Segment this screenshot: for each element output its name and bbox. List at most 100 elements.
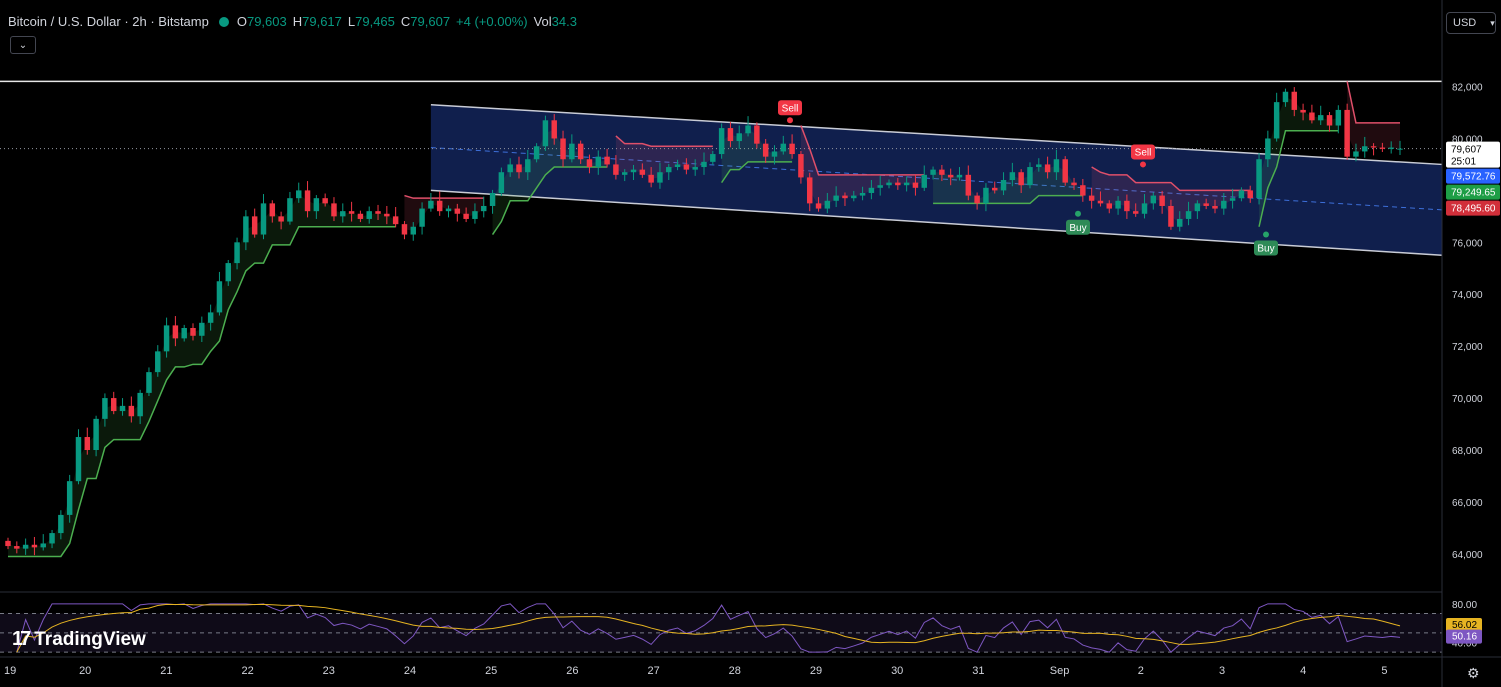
candle-body <box>304 190 311 212</box>
candle-body <box>983 187 989 204</box>
candle-body <box>877 185 883 188</box>
candle-body <box>172 325 179 339</box>
candle-body <box>1000 180 1007 191</box>
rsi-value-text: 56.02 <box>1452 620 1477 631</box>
rsi-pane <box>0 591 1442 653</box>
volume-value: 34.3 <box>551 14 577 29</box>
candle-body <box>14 546 20 549</box>
buy-signal-label: Buy <box>1069 223 1086 234</box>
candle-body <box>287 198 293 222</box>
candle-body <box>1203 203 1209 206</box>
candle-body <box>842 195 848 199</box>
candle-body <box>692 167 698 170</box>
currency-selector[interactable]: USD ▾ <box>1446 12 1496 34</box>
candle-body <box>216 281 223 313</box>
candle-body <box>1379 147 1386 149</box>
candle-body <box>348 211 355 214</box>
time-tick-label: 24 <box>404 665 416 677</box>
candle-body <box>1071 182 1077 186</box>
candle-body <box>199 322 205 336</box>
candle-body <box>181 327 187 339</box>
price-tick-label: 76,000 <box>1452 238 1483 249</box>
candle-body <box>595 156 602 168</box>
time-tick-label: 2 <box>1138 665 1144 677</box>
candle-body <box>1150 195 1157 204</box>
candle-body <box>1326 115 1333 126</box>
time-tick-label: 25 <box>485 665 497 677</box>
candle-body <box>481 205 487 212</box>
price-label-text: 78,495.60 <box>1451 204 1496 215</box>
candle-body <box>375 211 381 214</box>
time-tick-label: Sep <box>1050 665 1070 677</box>
sell-signal-label: Sell <box>782 103 799 114</box>
time-tick-label: 29 <box>810 665 822 677</box>
open-value: 79,603 <box>246 14 287 29</box>
candle-body <box>472 211 478 219</box>
candle-body <box>542 120 549 147</box>
candle-body <box>1115 200 1121 209</box>
candle-body <box>736 133 742 142</box>
candle-body <box>498 172 505 193</box>
candle-body <box>604 156 610 165</box>
candle-body <box>674 164 681 168</box>
chevron-down-icon: ⌄ <box>18 39 28 51</box>
tradingview-logo[interactable]: 17 TradingView <box>12 628 146 651</box>
candle-body <box>357 213 364 219</box>
candle-body <box>1344 109 1350 157</box>
candle-body <box>1080 185 1086 196</box>
candle-body <box>428 200 434 209</box>
candle-body <box>965 174 972 196</box>
candle-body <box>278 216 284 222</box>
candle-body <box>851 195 857 199</box>
candle-body <box>560 138 566 160</box>
candle-body <box>577 143 584 160</box>
price-axis[interactable]: 82,00080,00078,00076,00074,00072,00070,0… <box>1441 0 1500 687</box>
time-tick-label: 30 <box>891 665 903 677</box>
candle-body <box>507 164 513 173</box>
symbol-legend[interactable]: Bitcoin / U.S. Dollar · 2h · Bitstamp O7… <box>8 14 577 29</box>
time-tick-label: 3 <box>1219 665 1225 677</box>
high-label: H <box>292 14 303 29</box>
time-tick-label: 4 <box>1300 665 1306 677</box>
candle-body <box>1273 102 1280 139</box>
candle-body <box>718 128 725 155</box>
candle-body <box>366 211 372 219</box>
candle-body <box>666 167 672 173</box>
time-tick-label: 22 <box>241 665 253 677</box>
time-tick-label: 28 <box>729 665 741 677</box>
time-axis[interactable]: 19 20 21 22 23 24 25 26 27 28 29 30 31 Sep 2 3 4 5 <box>0 656 1501 677</box>
candle-body <box>1124 200 1130 212</box>
candle-body <box>551 120 557 139</box>
candle-body <box>207 312 214 323</box>
time-tick-label: 21 <box>160 665 172 677</box>
gear-icon[interactable]: ⚙ <box>1467 665 1480 682</box>
candle-body <box>912 182 919 188</box>
candle-body <box>436 200 443 212</box>
candle-body <box>789 143 795 155</box>
candle-body <box>613 164 619 175</box>
candle-body <box>621 172 628 175</box>
candle-body <box>727 128 734 142</box>
collapse-legend-button[interactable]: ⌄ <box>10 36 36 54</box>
signal-dot <box>1140 161 1146 168</box>
candle-body <box>225 263 231 282</box>
candle-body <box>947 174 954 178</box>
open-label: O <box>236 14 247 29</box>
price-label-text: 79,607 <box>1451 145 1482 156</box>
candle-body <box>463 213 469 219</box>
price-chart[interactable]: SellBuySellBuy 82,00080,00078,00076,0007… <box>0 0 1501 687</box>
time-tick-label: 5 <box>1381 665 1387 677</box>
candle-body <box>956 174 963 178</box>
trailing-stop-segment <box>1346 81 1400 124</box>
candle-body <box>930 169 936 175</box>
candle-body <box>313 198 320 212</box>
symbol-title[interactable]: Bitcoin / U.S. Dollar · 2h · Bitstamp <box>8 14 209 29</box>
buy-signal-label: Buy <box>1257 244 1274 255</box>
candle-body <box>1159 195 1165 206</box>
candle-body <box>903 182 910 186</box>
candle-body <box>384 213 390 217</box>
candle-body <box>886 182 892 186</box>
candle-body <box>31 544 38 548</box>
candle-body <box>401 224 408 235</box>
candle-body <box>296 190 302 199</box>
